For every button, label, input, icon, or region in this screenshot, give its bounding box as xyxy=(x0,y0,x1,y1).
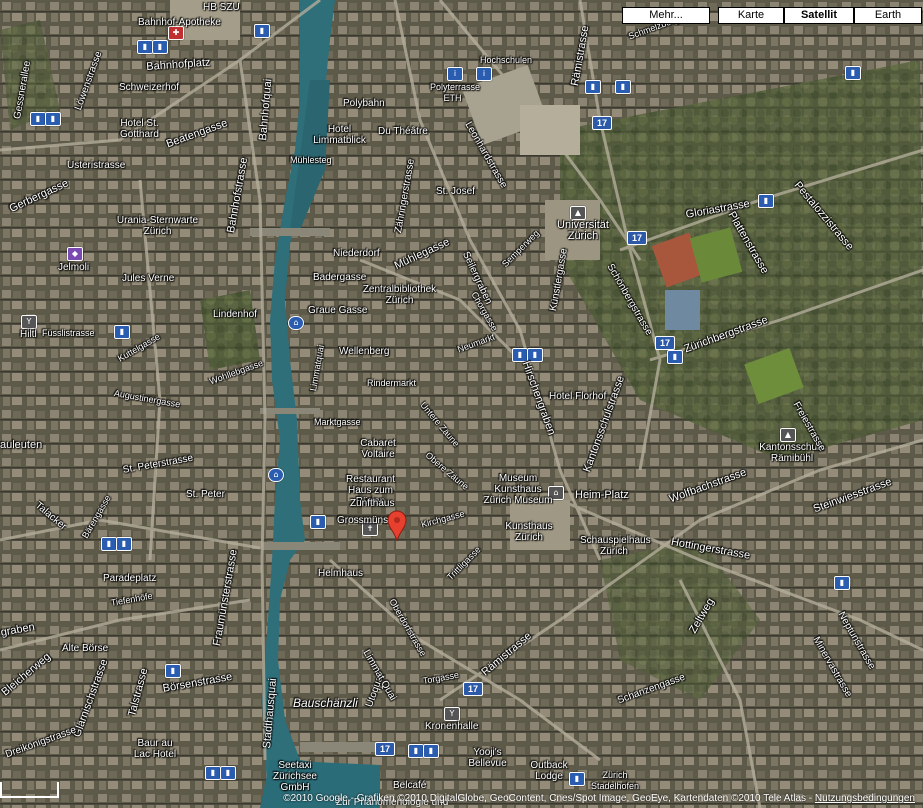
tram-stop-icon[interactable]: ▮ xyxy=(569,772,585,786)
tram-stop-icon[interactable]: ▮ xyxy=(137,40,153,54)
tram-stop-icon[interactable]: ▮ xyxy=(512,348,528,362)
label-universitaet: Universität Zürich xyxy=(557,219,609,242)
label-urania: Urania-Sternwarte Zürich xyxy=(116,215,199,237)
tram-stop-icon[interactable]: ▮ xyxy=(45,112,61,126)
landmark-icon[interactable]: ⌂ xyxy=(268,468,284,482)
info-icon[interactable]: i xyxy=(476,67,492,81)
label-polybahn: Polybahn xyxy=(343,98,385,109)
tram-stop-icon[interactable]: ▮ xyxy=(667,350,683,364)
label-cabaret-voltaire: Cabaret Voltaire xyxy=(360,438,396,460)
tram-stop-icon[interactable]: ▮ xyxy=(220,766,236,780)
label-st-josef: St. Josef xyxy=(436,186,475,197)
tram-stop-icon[interactable]: ▮ xyxy=(254,24,270,38)
route-17-shield: 17 xyxy=(627,231,647,245)
tram-stop-icon[interactable]: ▮ xyxy=(165,664,181,678)
label-kunsthaus: Kunsthaus Zürich xyxy=(505,521,553,543)
restaurant-icon[interactable]: Y xyxy=(444,707,460,721)
location-marker-icon[interactable] xyxy=(387,510,407,542)
label-polyterrasse: Polyterrasse ETH xyxy=(430,82,481,103)
label-jules-verne: Jules Verne xyxy=(122,273,175,284)
label-marktgasse: Marktgasse xyxy=(314,417,361,427)
satellite-map[interactable]: ▮ ▮ ▮ ▮ ▮ ▮ ▮ ▮ ▮ ▮ ▮ ▮ ▮ ▮ ▮ ▮ ▮ ▮ ▮ ▮ … xyxy=(0,0,923,808)
label-heim-platz: Heim-Platz xyxy=(575,489,629,501)
label-zentralbibliothek: Zentralbibliothek Zürich xyxy=(362,284,437,306)
label-yoojis-bellevue: Yooji's Bellevue xyxy=(468,747,507,769)
label-jelmoli: Jelmoli xyxy=(58,262,90,273)
tram-stop-icon[interactable]: ▮ xyxy=(408,744,424,758)
copyright-notice: ©2010 Google - Grafiken ©2010 DigitalGlo… xyxy=(283,793,915,804)
map-type-controls: Mehr... Karte Satellit Earth xyxy=(622,7,922,24)
label-usteristrasse: Usteristrasse xyxy=(67,160,126,171)
route-17-shield: 17 xyxy=(592,116,612,130)
tram-stop-icon[interactable]: ▮ xyxy=(101,537,117,551)
label-schauspielhaus: Schauspielhaus Zürich xyxy=(580,535,651,557)
restaurant-icon[interactable]: Y xyxy=(21,315,37,329)
university-icon[interactable]: ▲ xyxy=(570,206,586,220)
label-hochschulen: Hochschulen xyxy=(480,55,533,65)
info-icon[interactable]: i xyxy=(447,67,463,81)
school-icon[interactable]: ▲ xyxy=(780,428,796,442)
label-alte-boerse: Alte Börse xyxy=(62,643,109,654)
tram-stop-icon[interactable]: ▮ xyxy=(116,537,132,551)
label-badergasse: Badergasse xyxy=(313,272,367,283)
map-type-karte-button[interactable]: Karte xyxy=(718,7,784,24)
tram-stop-icon[interactable]: ▮ xyxy=(310,515,326,529)
label-graue-gasse: Graue Gasse xyxy=(308,305,368,316)
label-baur-au-lac: Baur au Lac Hotel xyxy=(133,738,177,760)
label-helmhaus: Helmhaus xyxy=(318,568,364,579)
label-hotel-st-gotthard: Hotel St. Gotthard xyxy=(120,118,159,140)
label-rindermarkt: Rindermarkt xyxy=(367,378,417,388)
label-du-theatre: Du Théâtre xyxy=(378,126,428,137)
label-st-peter: St. Peter xyxy=(186,489,225,500)
tram-stop-icon[interactable]: ▮ xyxy=(834,576,850,590)
label-niederdorf: Niederdorf xyxy=(333,248,380,259)
label-paradeplatz: Paradeplatz xyxy=(103,573,157,584)
map-type-satellit-button[interactable]: Satellit xyxy=(784,7,854,24)
pharmacy-icon[interactable]: ✚ xyxy=(168,26,184,40)
terms-of-use-link[interactable]: Nutzungsbedingungen xyxy=(815,793,915,804)
tram-stop-icon[interactable]: ▮ xyxy=(152,40,168,54)
map-type-earth-button[interactable]: Earth xyxy=(854,7,922,24)
tram-stop-icon[interactable]: ▮ xyxy=(615,80,631,94)
tram-stop-icon[interactable]: ▮ xyxy=(30,112,46,126)
label-hb-szu: HB SZU xyxy=(203,2,240,13)
label-lindenhof: Lindenhof xyxy=(213,309,257,320)
tram-stop-icon[interactable]: ▮ xyxy=(205,766,221,780)
route-17-shield: 17 xyxy=(463,682,483,696)
label-hiltl: Hiltl xyxy=(20,329,37,340)
label-bauschaenzli: Bauschänzli xyxy=(293,696,358,710)
tram-stop-icon[interactable]: ▮ xyxy=(423,744,439,758)
label-zunfthaus: Zunfthaus xyxy=(350,498,395,509)
label-museum-kunsthaus: Museum Kunsthaus Zürich Museum xyxy=(483,473,553,506)
label-muehlesteg: Mühlesteg xyxy=(290,155,332,165)
label-hotel-limmatblick: Hotel Limmatblick xyxy=(313,124,366,146)
tram-stop-icon[interactable]: ▮ xyxy=(758,194,774,208)
shopping-icon[interactable]: ◆ xyxy=(67,247,83,261)
label-zuerich-stadelhofen: Zürich Stadelhofen xyxy=(590,770,640,791)
landmark-icon[interactable]: ⌂ xyxy=(288,316,304,330)
tram-stop-icon[interactable]: ▮ xyxy=(585,80,601,94)
label-kronenhalle: Kronenhalle xyxy=(425,721,479,732)
label-belcafe: Belcafé xyxy=(393,780,427,791)
tram-stop-icon[interactable]: ▮ xyxy=(114,325,130,339)
label-bahnhof-apotheke: Bahnhof-Apotheke xyxy=(138,17,221,28)
label-seetaxi: Seetaxi Zürichsee GmbH xyxy=(273,760,317,793)
label-wellenberg: Wellenberg xyxy=(339,346,390,357)
label-outback-lodge: Outback Lodge xyxy=(530,760,568,782)
label-schweizerhof: Schweizerhof xyxy=(119,82,180,93)
scale-bar xyxy=(0,782,59,798)
label-fuesslistrasse: Füsslistrasse xyxy=(42,328,95,338)
more-button[interactable]: Mehr... xyxy=(622,7,710,24)
copyright-text: ©2010 Google - Grafiken ©2010 DigitalGlo… xyxy=(283,793,815,804)
label-hotel-florhof: Hotel Florhof xyxy=(549,391,607,402)
route-17-shield: 17 xyxy=(655,336,675,350)
label-auleuten: auleuten xyxy=(0,439,43,451)
route-17-shield: 17 xyxy=(375,742,395,756)
tram-stop-icon[interactable]: ▮ xyxy=(845,66,861,80)
